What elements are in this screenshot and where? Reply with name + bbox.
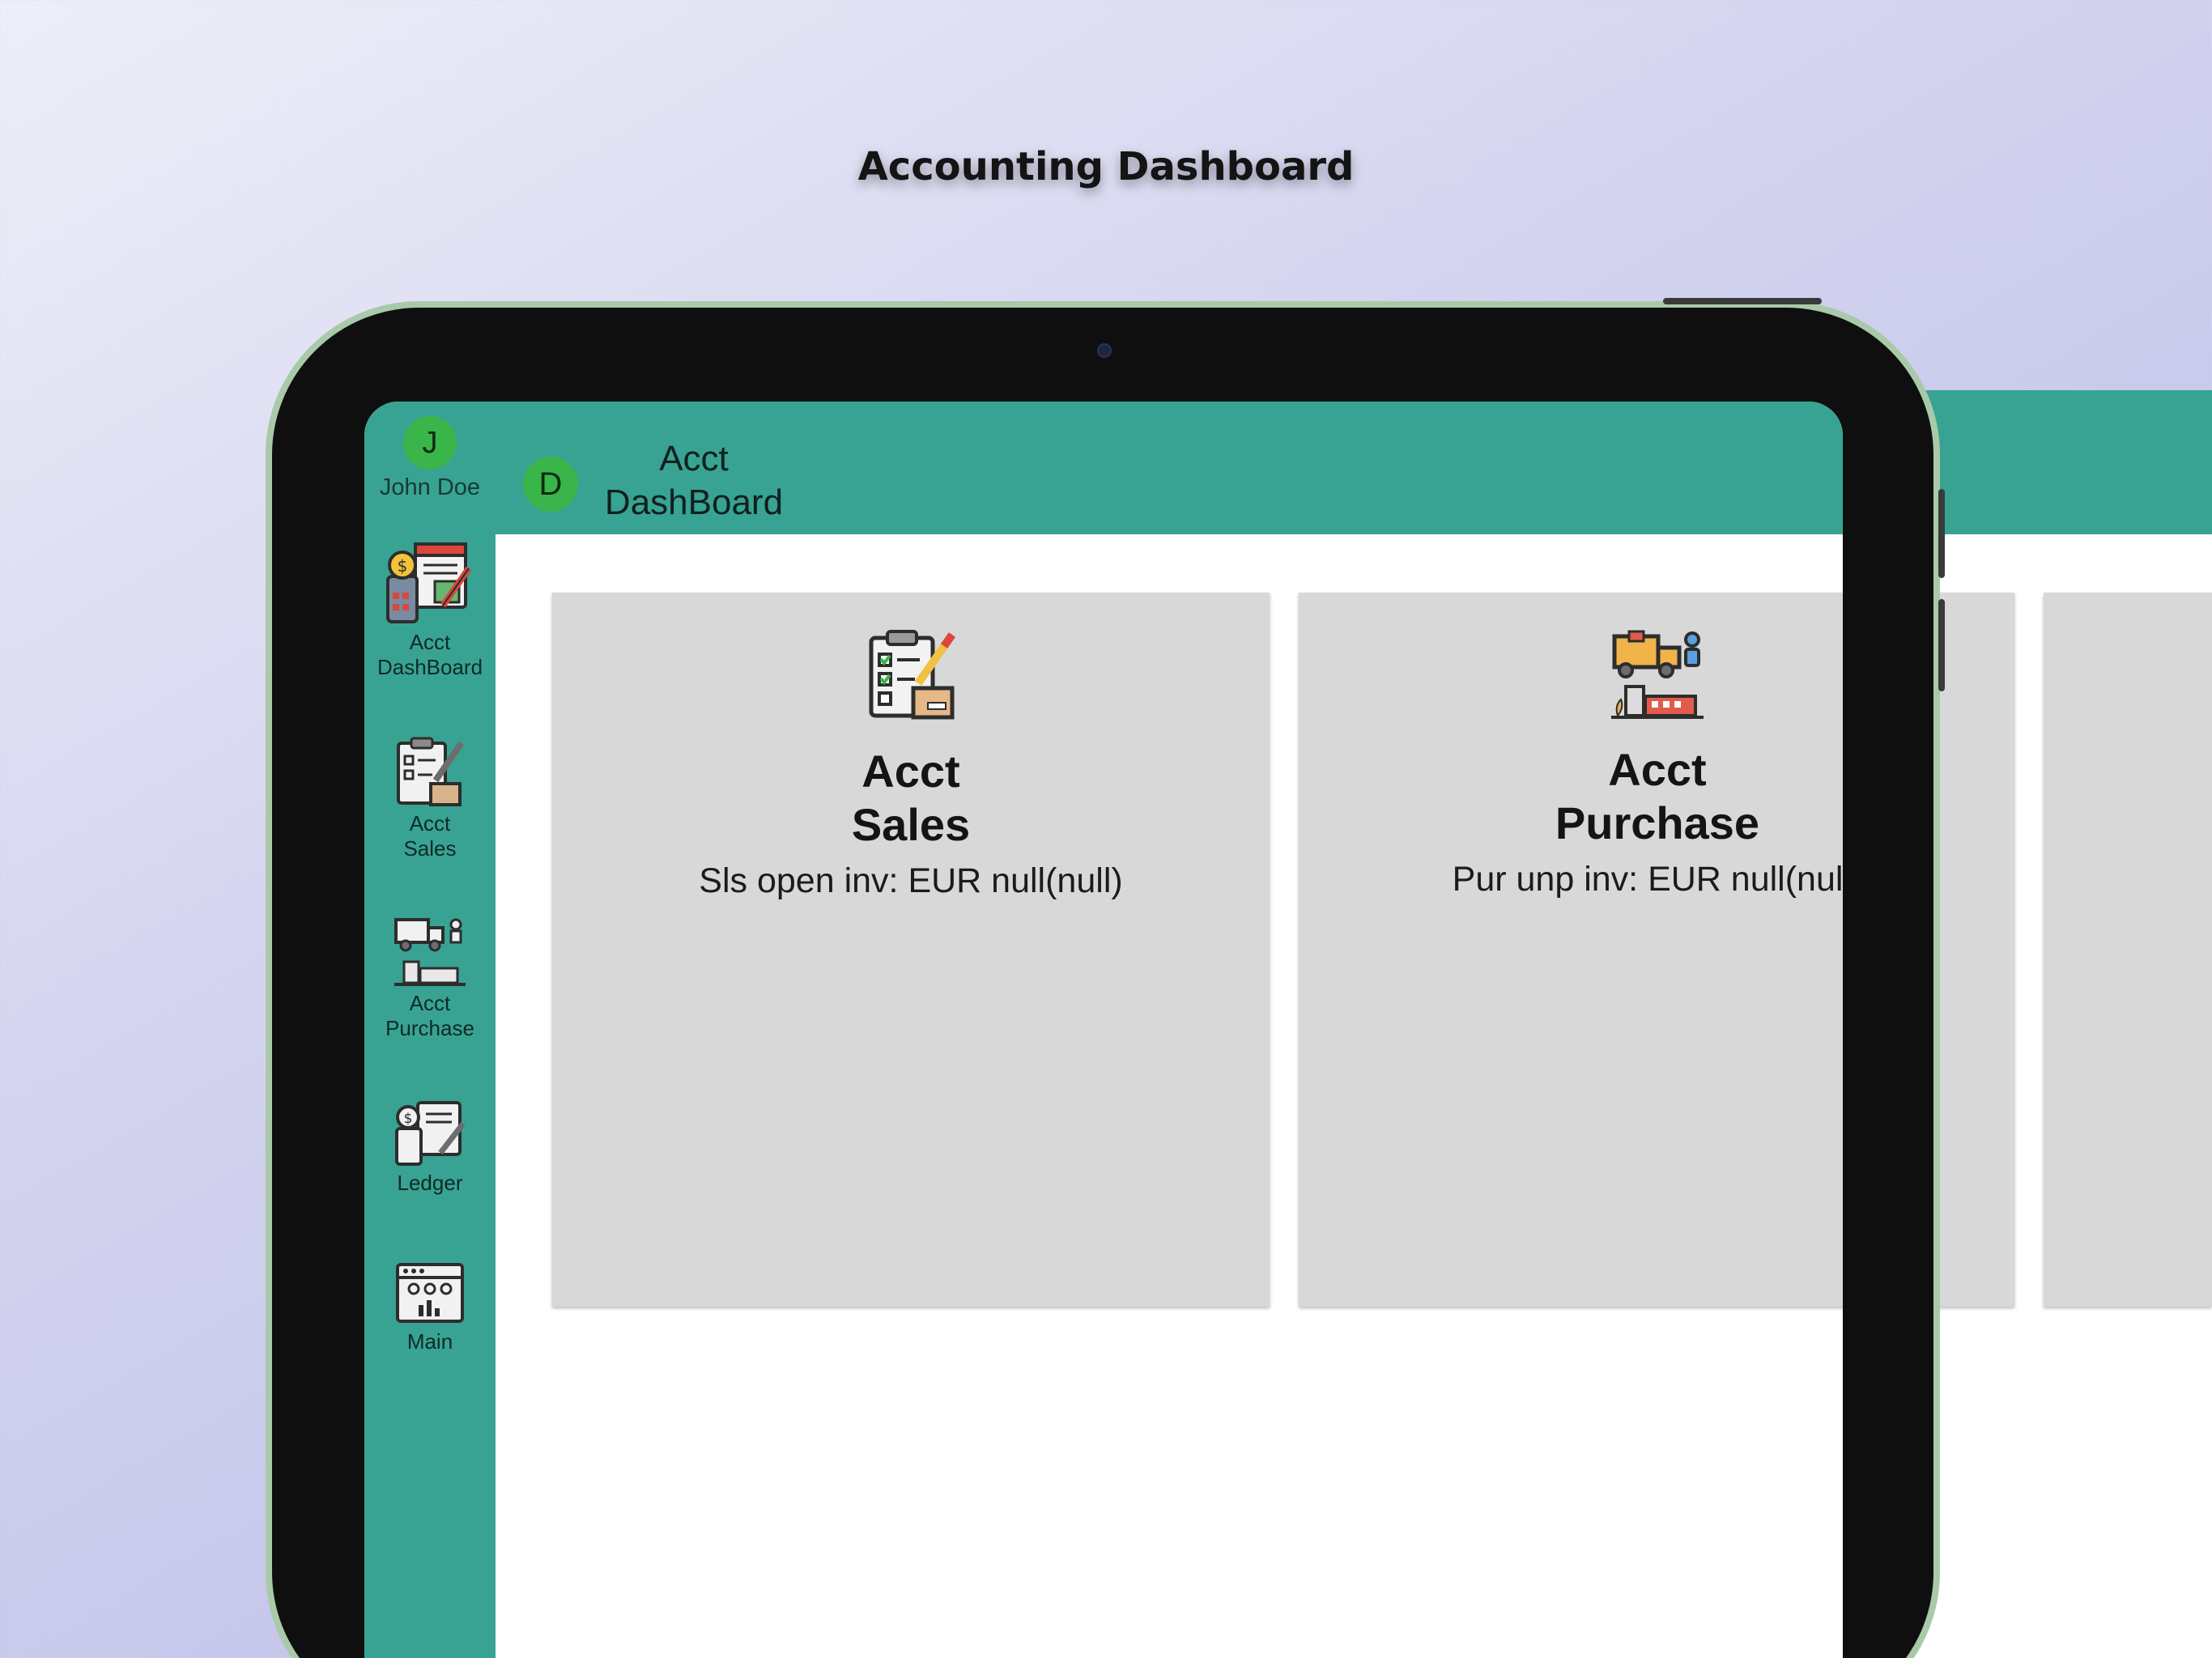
accounting-dashboard-icon: $: [386, 542, 472, 623]
overflow-card-third: [2044, 593, 2212, 1307]
card-subtitle: Pur unp inv: EUR null(null): [1452, 860, 1843, 899]
sidebar-item-acct-purchase[interactable]: Acct Purchase: [364, 916, 496, 1041]
sidebar-item-acct-sales[interactable]: Acct Sales: [364, 737, 496, 861]
sales-clipboard-icon: [869, 630, 956, 720]
page-title: Acct DashBoard: [604, 439, 784, 522]
marketing-title: Accounting Dashboard: [857, 144, 1355, 189]
volume-down-button: [1938, 599, 1945, 691]
page-avatar[interactable]: D: [523, 457, 578, 512]
card-title: Acct Purchase: [1555, 744, 1760, 848]
card-acct-purchase[interactable]: Acct Purchase Pur unp inv: EUR null(null): [1299, 593, 1843, 1307]
sidebar-item-label: Acct Purchase: [385, 991, 474, 1040]
sidebar-item-label: Main: [406, 1329, 453, 1354]
sidebar-item-label: Acct DashBoard: [376, 630, 483, 679]
top-button: [1663, 298, 1822, 304]
sidebar-item-main[interactable]: Main: [364, 1261, 496, 1354]
sidebar-item-ledger[interactable]: $ Ledger: [364, 1099, 496, 1196]
purchase-truck-icon: [394, 918, 466, 986]
app-header: D Acct DashBoard: [496, 402, 1843, 534]
sidebar-item-label: Acct Sales: [403, 811, 457, 861]
card-subtitle: Sls open inv: EUR null(null): [699, 861, 1123, 900]
svg-text:$: $: [404, 1111, 413, 1127]
volume-up-button: [1938, 489, 1945, 578]
sidebar-item-label: Ledger: [397, 1171, 463, 1195]
sidebar: J John Doe $ Acct DashBoard Acct Sales A…: [364, 402, 496, 1658]
sales-clipboard-icon: [397, 737, 465, 806]
camera-dot: [1097, 343, 1112, 358]
user-name: John Doe: [379, 474, 481, 500]
sidebar-item-acct-dashboard[interactable]: $ Acct DashBoard: [364, 541, 496, 680]
purchase-truck-icon: [1611, 630, 1704, 719]
user-avatar: J: [403, 416, 457, 470]
main-dashboard-icon: [396, 1263, 464, 1323]
card-title: Acct Sales: [851, 746, 971, 850]
svg-text:$: $: [398, 556, 408, 576]
card-acct-sales[interactable]: Acct Sales Sls open inv: EUR null(null): [552, 593, 1270, 1307]
ledger-icon: $: [395, 1101, 466, 1166]
user-profile[interactable]: J John Doe: [364, 416, 496, 501]
app-screen: J John Doe $ Acct DashBoard Acct Sales A…: [364, 402, 1843, 1658]
